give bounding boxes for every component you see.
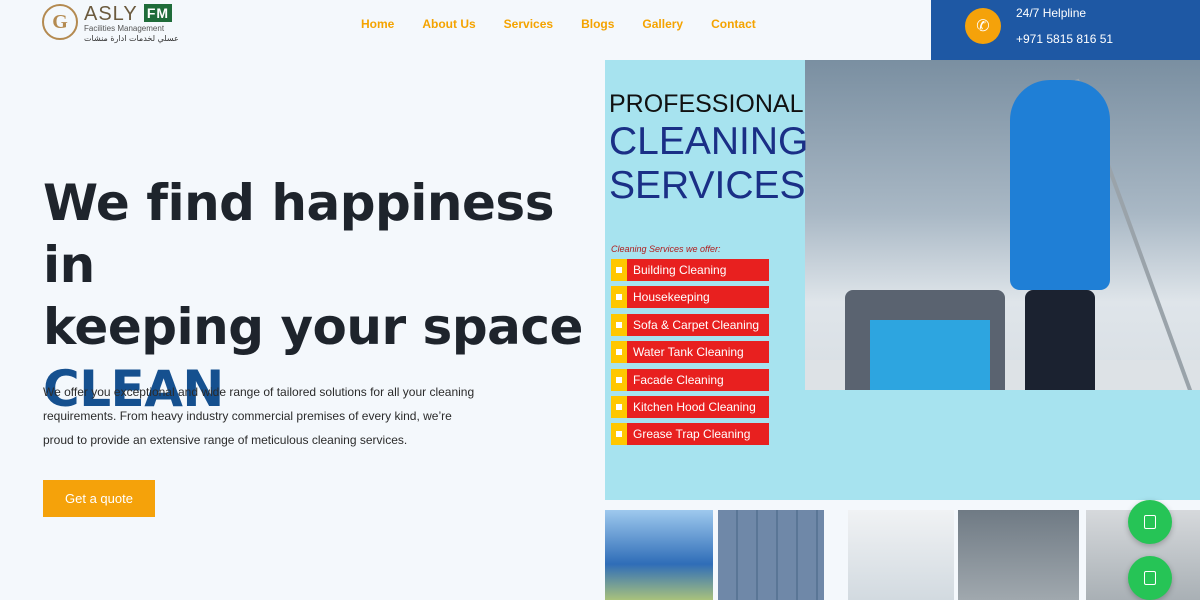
logo-brand: ASLY — [84, 3, 138, 25]
nav-about-us[interactable]: About Us — [422, 17, 475, 31]
service-label: Housekeeping — [633, 290, 710, 305]
bullet-icon — [611, 286, 627, 309]
bullet-icon — [611, 423, 627, 446]
banner-offer-label: Cleaning Services we offer: — [611, 244, 721, 254]
logo-emblem: G — [42, 4, 78, 40]
logo-arabic: عسلي لخدمات ادارة منشات — [84, 34, 179, 43]
bullet-icon — [611, 313, 627, 336]
service-item: Kitchen Hood Cleaning — [611, 395, 769, 418]
service-item: Water Tank Cleaning — [611, 341, 769, 364]
service-label: Grease Trap Cleaning — [633, 427, 751, 442]
bullet-icon — [611, 341, 627, 364]
service-label: Water Tank Cleaning — [633, 345, 744, 360]
cleaner-person — [1010, 80, 1110, 290]
bullet-icon — [611, 368, 627, 391]
service-item: Grease Trap Cleaning — [611, 423, 769, 446]
service-item: Housekeeping — [611, 286, 769, 309]
chat-button[interactable] — [1128, 556, 1172, 600]
nav-home[interactable]: Home — [361, 17, 394, 31]
helpline-box[interactable]: ✆ 24/7 Helpline +971 5815 816 51 — [931, 0, 1200, 60]
banner-line1: PROFESSIONAL — [609, 90, 804, 118]
chat-icon — [1144, 515, 1156, 529]
gallery-thumbnails — [605, 510, 1200, 600]
hero-title-line2: keeping your space — [43, 298, 583, 356]
phone-icon: ✆ — [965, 8, 1001, 44]
logo-emblem-letter: G — [52, 10, 68, 33]
get-quote-button[interactable]: Get a quote — [43, 480, 155, 517]
logo-brand-row: ASLY FM — [84, 4, 179, 24]
thumbnail-facade[interactable] — [718, 510, 824, 600]
helpline-number[interactable]: +971 5815 816 51 — [1016, 32, 1113, 46]
logo-badge: FM — [143, 4, 173, 22]
bullet-icon — [611, 395, 627, 418]
banner-service-list: Building Cleaning Housekeeping Sofa & Ca… — [611, 259, 769, 451]
banner-line3: SERVICES — [609, 164, 806, 207]
service-label: Facade Cleaning — [633, 372, 724, 387]
logo-subtitle: Facilities Management — [84, 24, 165, 33]
banner-line2: CLEANING — [609, 120, 809, 163]
services-banner-image: PROFESSIONAL CLEANING SERVICES Cleaning … — [605, 60, 1200, 500]
chat-button[interactable] — [1128, 500, 1172, 544]
nav-services[interactable]: Services — [504, 17, 553, 31]
service-label: Kitchen Hood Cleaning — [633, 399, 756, 414]
company-logo[interactable]: G ASLY FM Facilities Management عسلي لخد… — [42, 4, 179, 48]
thumbnail-cart[interactable] — [958, 510, 1079, 600]
nav-gallery[interactable]: Gallery — [642, 17, 683, 31]
thumbnail-water-tank[interactable] — [605, 510, 713, 600]
thumbnail-vacuum[interactable] — [848, 510, 954, 600]
main-nav: Home About Us Services Blogs Gallery Con… — [361, 17, 784, 31]
logo-text: ASLY FM Facilities Management عسلي لخدما… — [84, 4, 179, 44]
hero-title-line1: We find happiness in — [43, 174, 554, 294]
service-item: Facade Cleaning — [611, 368, 769, 391]
service-item: Building Cleaning — [611, 259, 769, 281]
hero-description: We offer you exceptional and wide range … — [43, 385, 475, 447]
bullet-icon — [611, 259, 627, 281]
helpline-title: 24/7 Helpline — [1016, 6, 1087, 20]
service-label: Building Cleaning — [633, 263, 727, 277]
chat-icon — [1144, 571, 1156, 585]
nav-blogs[interactable]: Blogs — [581, 17, 614, 31]
service-label: Sofa & Carpet Cleaning — [633, 317, 760, 332]
service-item: Sofa & Carpet Cleaning — [611, 313, 769, 336]
nav-contact[interactable]: Contact — [711, 17, 756, 31]
